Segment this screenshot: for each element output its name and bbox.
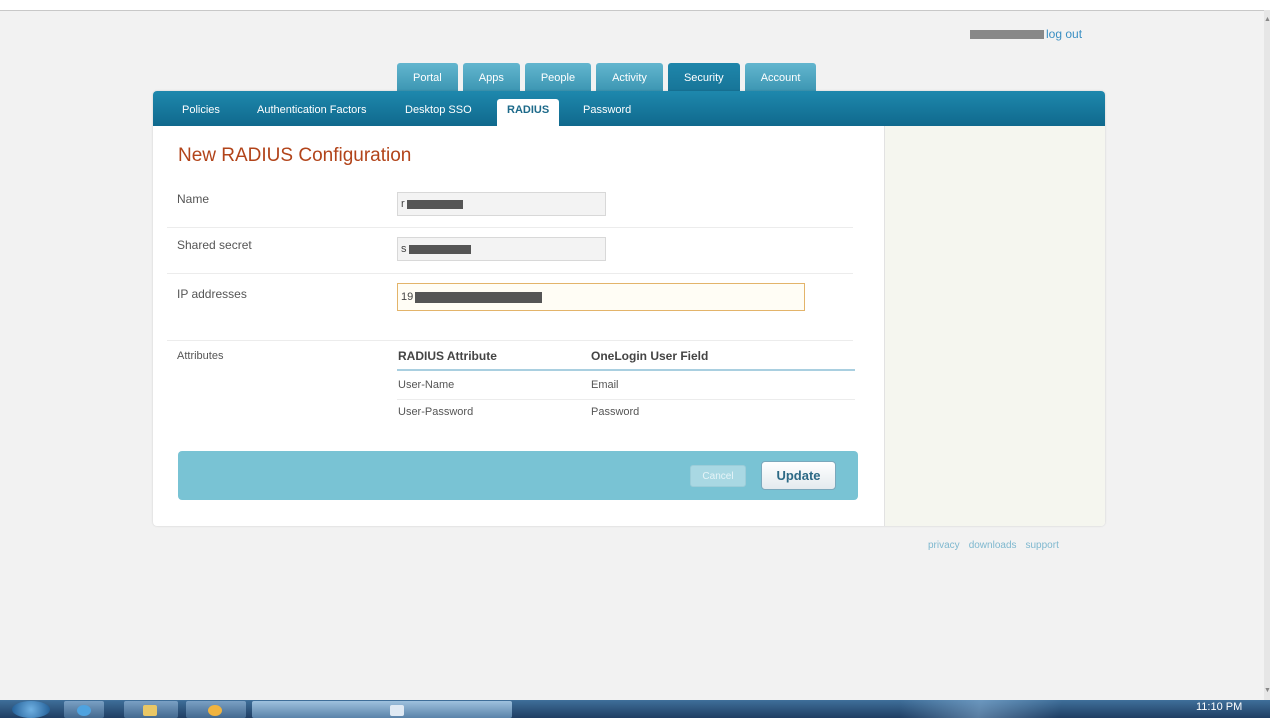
- subtab-authentication-factors[interactable]: Authentication Factors: [257, 91, 366, 126]
- form-row-ip-addresses: IP addresses 19: [167, 273, 853, 341]
- ie-taskbar-button[interactable]: [64, 701, 104, 718]
- update-button[interactable]: Update: [761, 461, 836, 490]
- form-row-shared-secret: Shared secret s: [167, 227, 853, 274]
- ip-addresses-field[interactable]: 19: [397, 283, 805, 311]
- radius-attribute-header: RADIUS Attribute: [398, 349, 497, 363]
- name-redacted: [406, 199, 463, 209]
- name-value: r: [401, 198, 405, 210]
- start-button-icon[interactable]: [12, 701, 50, 718]
- privacy-link[interactable]: privacy: [928, 540, 960, 551]
- subtab-radius[interactable]: RADIUS: [497, 99, 560, 126]
- scroll-up-arrow-icon[interactable]: ▲: [1264, 16, 1270, 23]
- name-field[interactable]: r: [397, 192, 606, 216]
- support-link[interactable]: support: [1026, 540, 1059, 551]
- shared-secret-redacted: [408, 244, 471, 254]
- ip-addresses-redacted: [415, 291, 543, 303]
- browser-taskbar-button[interactable]: [252, 701, 512, 718]
- cancel-button[interactable]: Cancel: [690, 465, 746, 487]
- shared-secret-value: s: [401, 243, 407, 255]
- shared-secret-label: Shared secret: [177, 238, 252, 252]
- shared-secret-field[interactable]: s: [397, 237, 606, 261]
- internet-explorer-icon: [77, 705, 91, 716]
- explorer-taskbar-button[interactable]: [124, 701, 178, 718]
- user-bar: log out: [970, 27, 1082, 41]
- downloads-link[interactable]: downloads: [969, 540, 1017, 551]
- logout-link[interactable]: log out: [1046, 27, 1082, 41]
- attr-radius-user-name: User-Name: [398, 379, 455, 391]
- form-action-bar: Cancel Update: [178, 451, 858, 500]
- ip-addresses-value: 19: [401, 291, 414, 303]
- attr-field-email: Email: [591, 379, 619, 391]
- tab-people[interactable]: People: [524, 63, 592, 91]
- tab-security[interactable]: Security: [667, 63, 740, 91]
- tab-activity[interactable]: Activity: [596, 63, 663, 91]
- windows-taskbar: 11:10 PM: [0, 700, 1270, 718]
- folder-icon: [143, 705, 157, 716]
- page-title: New RADIUS Configuration: [178, 145, 412, 166]
- form-row-name: Name r: [167, 182, 853, 228]
- attributes-row-divider: [397, 399, 855, 400]
- attr-field-password: Password: [591, 406, 640, 418]
- subtab-desktop-sso[interactable]: Desktop SSO: [405, 91, 472, 126]
- security-subnav: Policies Authentication Factors Desktop …: [153, 91, 1105, 126]
- footer-links: privacy downloads support: [928, 540, 1059, 551]
- onelogin-user-field-header: OneLogin User Field: [591, 349, 709, 363]
- attributes-header-rule: [397, 369, 855, 371]
- tab-account[interactable]: Account: [744, 63, 817, 91]
- right-sidebar: [884, 126, 1105, 526]
- media-player-icon: [208, 705, 222, 716]
- main-tabs: Portal Apps People Activity Security Acc…: [397, 63, 817, 91]
- attributes-label: Attributes: [177, 350, 224, 362]
- ip-addresses-label: IP addresses: [177, 287, 247, 301]
- tab-apps[interactable]: Apps: [462, 63, 520, 91]
- document-icon: [390, 705, 404, 716]
- subtab-policies[interactable]: Policies: [182, 91, 220, 126]
- tab-portal[interactable]: Portal: [397, 63, 458, 91]
- subtab-password[interactable]: Password: [583, 91, 631, 126]
- username-redacted: [970, 29, 1044, 39]
- attr-radius-user-password: User-Password: [398, 406, 474, 418]
- vertical-scrollbar[interactable]: ▲ ▼: [1264, 10, 1270, 700]
- scroll-down-arrow-icon[interactable]: ▼: [1264, 687, 1270, 694]
- media-taskbar-button[interactable]: [186, 701, 246, 718]
- name-label: Name: [177, 192, 210, 206]
- taskbar-highlight: [900, 700, 1100, 718]
- content-panel: Policies Authentication Factors Desktop …: [153, 91, 1105, 526]
- browser-top-edge: [0, 0, 1270, 11]
- system-clock[interactable]: 11:10 PM: [1196, 701, 1242, 713]
